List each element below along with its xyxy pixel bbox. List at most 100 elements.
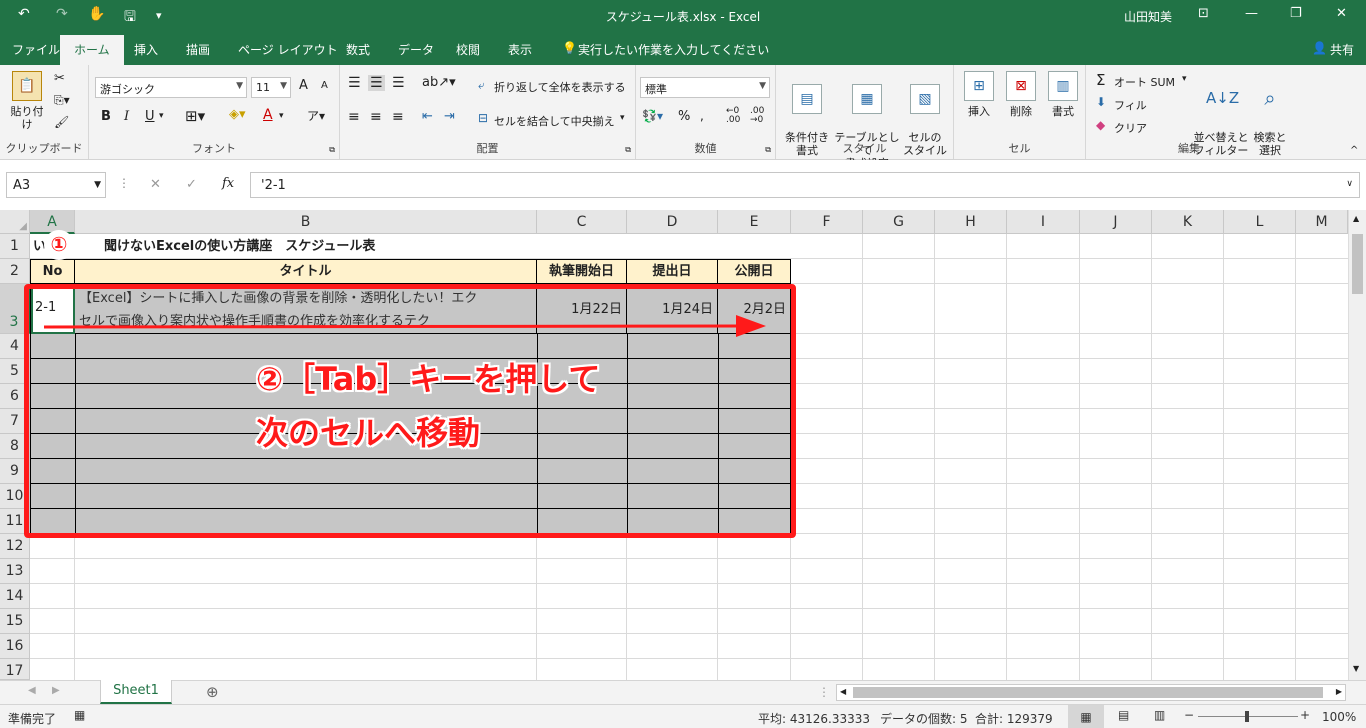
column-header[interactable]: G	[863, 210, 935, 234]
header-submit-date[interactable]: 提出日	[627, 260, 718, 284]
name-box[interactable]: A3 ▼	[6, 172, 106, 198]
horizontal-scroll-thumb[interactable]	[853, 687, 1323, 698]
formula-input[interactable]: '2-1 ∨	[250, 172, 1360, 198]
status-average[interactable]: 平均: 43126.33333	[758, 710, 870, 727]
font-color-dropdown-icon[interactable]: ▾	[279, 111, 284, 121]
grow-font-button[interactable]: A	[299, 78, 308, 93]
prev-sheet-icon[interactable]: ◀	[28, 685, 36, 696]
column-header[interactable]: M	[1296, 210, 1348, 234]
paste-button[interactable]: 📋 貼り付け	[6, 71, 48, 131]
alignment-dialog-launcher-icon[interactable]: ⧉	[625, 145, 631, 155]
header-publish-date[interactable]: 公開日	[718, 260, 790, 284]
zoom-level[interactable]: 100%	[1322, 710, 1356, 724]
status-sum[interactable]: 合計: 129379	[975, 710, 1053, 727]
orientation-icon[interactable]: ab↗▾	[422, 75, 456, 90]
cancel-entry-icon[interactable]: ✕	[150, 177, 161, 192]
row-header[interactable]: 16	[0, 634, 30, 659]
fill-button[interactable]: フィル	[1114, 97, 1147, 113]
clear-button[interactable]: クリア	[1114, 120, 1147, 136]
bold-button[interactable]: B	[101, 109, 111, 124]
horizontal-scrollbar[interactable]: ◀ ▶	[836, 684, 1346, 701]
collapse-ribbon-icon[interactable]: ^	[1350, 145, 1358, 156]
scroll-down-icon[interactable]: ▼	[1353, 664, 1359, 673]
sheet-tab-sheet1[interactable]: Sheet1	[100, 680, 172, 704]
page-break-view-icon[interactable]: ▥	[1154, 708, 1165, 722]
tab-data[interactable]: データ	[398, 41, 434, 58]
borders-icon[interactable]: ⊞▾	[185, 107, 205, 125]
font-size-combo[interactable]: 11 ▼	[251, 77, 291, 98]
decrease-decimal-icon[interactable]: .00 →0	[750, 107, 764, 125]
add-sheet-button[interactable]: ⊕	[206, 683, 219, 701]
zoom-slider-thumb[interactable]	[1245, 711, 1249, 722]
align-left-icon[interactable]: ≡	[348, 109, 360, 125]
page-layout-view-icon[interactable]: ▤	[1118, 708, 1129, 722]
expand-formula-bar-icon[interactable]: ∨	[1346, 179, 1353, 189]
comma-style-icon[interactable]: ,	[700, 109, 704, 123]
row-header[interactable]: 2	[0, 259, 30, 284]
tab-splitter-icon[interactable]: ⋮	[818, 685, 830, 699]
column-header[interactable]: J	[1080, 210, 1152, 234]
italic-button[interactable]: I	[124, 109, 129, 124]
column-header[interactable]: H	[935, 210, 1007, 234]
user-name[interactable]: 山田知美	[1124, 8, 1172, 25]
scroll-left-icon[interactable]: ◀	[840, 687, 846, 696]
vertical-scroll-thumb[interactable]	[1352, 234, 1363, 294]
fill-color-icon[interactable]: ◈▾	[229, 107, 246, 122]
increase-indent-icon[interactable]: ⇥	[444, 109, 455, 124]
align-right-icon[interactable]: ≡	[392, 109, 404, 125]
minimize-icon[interactable]: —	[1245, 6, 1258, 21]
vertical-scrollbar[interactable]: ▲ ▼	[1348, 210, 1366, 680]
autosum-dropdown-icon[interactable]: ▾	[1182, 74, 1187, 84]
row-header[interactable]: 14	[0, 584, 30, 609]
column-header[interactable]: C	[537, 210, 627, 234]
underline-dropdown-icon[interactable]: ▾	[159, 111, 164, 121]
scroll-right-icon[interactable]: ▶	[1336, 687, 1342, 696]
font-name-combo[interactable]: 游ゴシック ▼	[95, 77, 247, 98]
tab-insert[interactable]: 挿入	[134, 41, 158, 58]
underline-button[interactable]: U	[145, 109, 155, 124]
tell-me-box[interactable]: 実行したい作業を入力してください	[578, 41, 769, 58]
header-start-date[interactable]: 執筆開始日	[537, 260, 627, 284]
number-dialog-launcher-icon[interactable]: ⧉	[765, 145, 771, 155]
formula-bar-splitter-icon[interactable]: ⋮	[118, 176, 130, 190]
tab-formulas[interactable]: 数式	[346, 41, 370, 58]
column-header[interactable]: D	[627, 210, 718, 234]
ribbon-display-icon[interactable]: ⊡	[1198, 6, 1209, 21]
merge-dropdown-icon[interactable]: ▾	[620, 113, 625, 123]
column-header[interactable]: B	[75, 210, 537, 234]
zoom-out-icon[interactable]: −	[1184, 708, 1194, 722]
percent-button[interactable]: %	[678, 109, 690, 124]
merge-center-button[interactable]: セルを結合して中央揃え	[494, 113, 615, 129]
tab-file[interactable]: ファイル	[12, 41, 60, 58]
decrease-indent-icon[interactable]: ⇤	[422, 109, 433, 124]
format-painter-icon[interactable]: 🖌	[54, 115, 69, 129]
column-header[interactable]: K	[1152, 210, 1224, 234]
tab-page-layout[interactable]: ページ レイアウト	[238, 41, 338, 58]
status-count[interactable]: データの個数: 5	[880, 710, 968, 727]
header-title[interactable]: タイトル	[75, 260, 537, 284]
zoom-in-icon[interactable]: +	[1300, 708, 1310, 722]
delete-cells-button[interactable]: ⊠ 削除	[1002, 71, 1040, 118]
column-header[interactable]: E	[718, 210, 791, 234]
autosum-button[interactable]: オート SUM	[1114, 74, 1175, 90]
insert-cells-button[interactable]: ⊞ 挿入	[960, 71, 998, 118]
row-header[interactable]: 13	[0, 559, 30, 584]
align-bottom-icon[interactable]: ☰	[392, 75, 405, 91]
column-header[interactable]: L	[1224, 210, 1296, 234]
font-dialog-launcher-icon[interactable]: ⧉	[329, 145, 335, 155]
cut-icon[interactable]: ✂	[54, 71, 65, 86]
tab-view[interactable]: 表示	[508, 41, 532, 58]
row-header[interactable]: 15	[0, 609, 30, 634]
restore-icon[interactable]: ❐	[1290, 6, 1302, 21]
number-format-combo[interactable]: 標準 ▼	[640, 77, 770, 98]
tab-home[interactable]: ホーム	[60, 35, 124, 65]
copy-icon[interactable]: ⎘▾	[54, 93, 70, 108]
accounting-format-icon[interactable]: 💱▾	[642, 109, 663, 123]
shrink-font-button[interactable]: A	[321, 80, 328, 91]
sheet-title-cell[interactable]: い聞けないExcelの使い方講座 スケジュール表	[30, 234, 791, 259]
format-cells-button[interactable]: ▥ 書式	[1044, 71, 1082, 118]
scroll-up-icon[interactable]: ▲	[1353, 214, 1359, 223]
row-header[interactable]: 12	[0, 534, 30, 559]
share-button[interactable]: 共有	[1330, 41, 1354, 58]
wrap-text-button[interactable]: 折り返して全体を表示する	[494, 79, 626, 95]
